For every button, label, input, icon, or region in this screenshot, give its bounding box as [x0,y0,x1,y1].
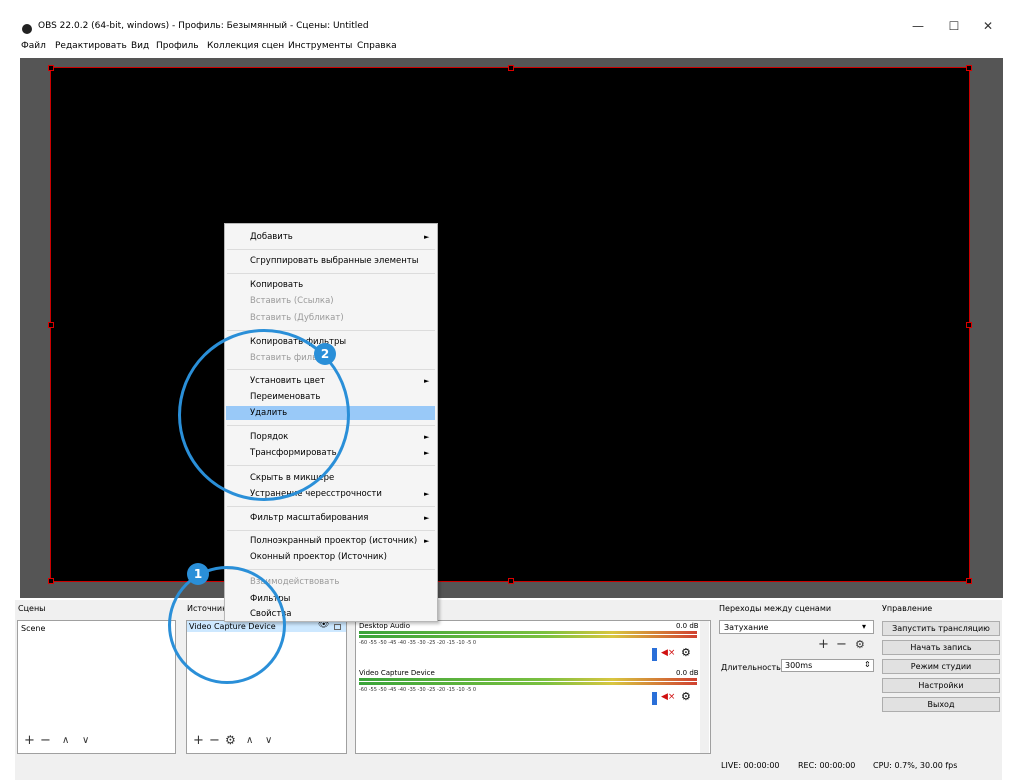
title-bar [0,0,1015,40]
menu-scene-collection[interactable]: Коллекция сцен [207,41,284,51]
mixer-level: 0.0 dB [676,669,699,677]
mixer-level: 0.0 dB [676,622,699,630]
meter-ticks: -60 -55 -50 -45 -40 -35 -30 -25 -20 -15 … [359,640,477,646]
menu-item-windowed-projector[interactable]: Оконный проектор (Источник) [250,552,387,562]
volume-meter [359,682,697,685]
resize-handle[interactable] [966,322,972,328]
menu-help[interactable]: Справка [357,41,397,51]
studio-mode-button[interactable]: Режим студии [882,659,1000,674]
submenu-arrow-icon: ► [424,377,430,385]
rec-status: REC: 00:00:00 [798,761,856,770]
menu-tools[interactable]: Инструменты [288,41,352,51]
maximize-button[interactable]: ☐ [940,17,968,35]
menu-file[interactable]: Файл [21,41,46,51]
menu-separator [227,273,435,274]
mute-icon[interactable]: ◀× [661,648,675,658]
resize-handle[interactable] [48,65,54,71]
start-streaming-button[interactable]: Запустить трансляцию [882,621,1000,636]
volume-slider[interactable] [652,692,657,705]
cpu-status: CPU: 0.7%, 30.00 fps [873,761,958,770]
volume-meter [359,631,697,634]
resize-handle[interactable] [966,65,972,71]
submenu-arrow-icon: ► [424,490,430,498]
add-transition-icon[interactable]: + [818,637,829,652]
menu-profile[interactable]: Профиль [156,41,199,51]
gear-icon[interactable]: ⚙ [681,646,691,659]
volume-meter [359,635,697,638]
step-badge: 2 [314,343,336,365]
transition-selected: Затухание [724,623,769,632]
spinner-icon[interactable]: ⇕ [864,660,871,669]
move-down-icon[interactable]: ∨ [82,735,89,746]
menu-item-fullscreen-projector[interactable]: Полноэкранный проектор (источник) [250,536,417,546]
preview-canvas[interactable] [50,67,970,582]
submenu-arrow-icon: ► [424,233,430,241]
submenu-arrow-icon: ► [424,433,430,441]
resize-handle[interactable] [48,322,54,328]
menu-item-group[interactable]: Сгруппировать выбранные элементы [250,256,418,266]
mute-icon[interactable]: ◀× [661,692,675,702]
add-scene-icon[interactable]: + [24,733,35,748]
submenu-arrow-icon: ► [424,537,430,545]
menu-separator [227,506,435,507]
remove-source-icon[interactable]: − [209,733,220,748]
move-down-icon[interactable]: ∨ [265,735,272,746]
menu-item-add[interactable]: Добавить [250,232,293,242]
add-source-icon[interactable]: + [193,733,204,748]
meter-ticks: -60 -55 -50 -45 -40 -35 -30 -25 -20 -15 … [359,687,477,693]
menu-view[interactable]: Вид [131,41,149,51]
gear-icon[interactable]: ⚙ [225,733,236,747]
step-badge: 1 [187,563,209,585]
window-title: OBS 22.0.2 (64-bit, windows) - Профиль: … [38,21,369,31]
lock-icon[interactable] [334,624,341,630]
menu-separator [227,530,435,531]
remove-transition-icon[interactable]: − [836,637,847,652]
submenu-arrow-icon: ► [424,449,430,457]
menu-separator [227,249,435,250]
mixer-scrollbar[interactable] [700,621,709,753]
chevron-down-icon: ▾ [862,622,867,631]
remove-scene-icon[interactable]: − [40,733,51,748]
duration-value: 300ms [785,661,813,670]
resize-handle[interactable] [508,65,514,71]
menu-item-copy[interactable]: Копировать [250,280,303,290]
live-status: LIVE: 00:00:00 [721,761,780,770]
menu-item-paste-duplicate[interactable]: Вставить (Дубликат) [250,313,344,323]
start-recording-button[interactable]: Начать запись [882,640,1000,655]
menu-edit[interactable]: Редактировать [55,41,127,51]
exit-button[interactable]: Выход [882,697,1000,712]
mixer-channel-name: Desktop Audio [359,622,410,630]
menu-separator [227,569,435,570]
gear-icon[interactable]: ⚙ [855,638,865,651]
submenu-arrow-icon: ► [424,514,430,522]
gear-icon[interactable]: ⚙ [681,690,691,703]
resize-handle[interactable] [508,578,514,584]
resize-handle[interactable] [966,578,972,584]
controls-dock-title: Управление [882,604,933,613]
minimize-button[interactable]: — [904,17,932,35]
scene-item[interactable]: Scene [21,624,45,633]
scenes-dock-title: Сцены [18,604,46,613]
menu-item-paste-reference[interactable]: Вставить (Ссылка) [250,296,334,306]
volume-meter [359,678,697,681]
obs-logo-icon [22,24,32,34]
mixer-channel-name: Video Capture Device [359,669,435,677]
volume-slider[interactable] [652,648,657,661]
settings-button[interactable]: Настройки [882,678,1000,693]
move-up-icon[interactable]: ∧ [62,735,69,746]
transitions-dock-title: Переходы между сценами [719,604,832,613]
duration-label: Длительность [721,663,781,672]
resize-handle[interactable] [48,578,54,584]
move-up-icon[interactable]: ∧ [246,735,253,746]
close-button[interactable]: ✕ [974,17,1002,35]
menu-item-scale-filter[interactable]: Фильтр масштабирования [250,513,368,523]
annotation-circle [168,566,286,684]
